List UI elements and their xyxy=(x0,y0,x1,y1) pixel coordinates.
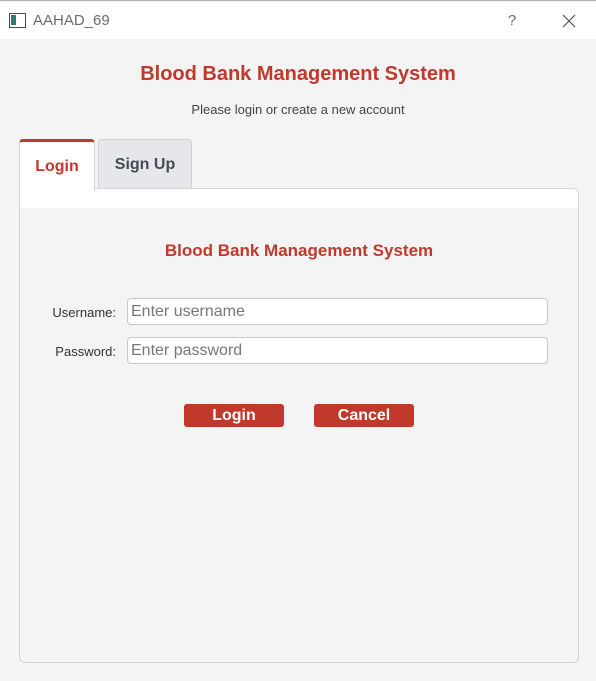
app-window: AAHAD_69 ? Blood Bank Management System … xyxy=(0,0,596,681)
window-title: AAHAD_69 xyxy=(33,12,110,29)
cancel-button[interactable]: Cancel xyxy=(314,404,414,427)
login-button[interactable]: Login xyxy=(184,404,284,427)
close-button[interactable] xyxy=(554,8,584,34)
password-input[interactable] xyxy=(127,337,548,364)
form-title: Blood Bank Management System xyxy=(164,241,434,260)
page-subtitle: Please login or create a new account xyxy=(191,102,405,117)
help-button[interactable]: ? xyxy=(500,8,524,34)
password-label: Password: xyxy=(55,344,116,359)
tab-login[interactable]: Login xyxy=(19,139,95,191)
username-label: Username: xyxy=(52,305,116,320)
page-title: Blood Bank Management System xyxy=(140,63,456,85)
panel-header-strip xyxy=(20,189,578,208)
username-input[interactable] xyxy=(127,298,548,325)
tab-sign-up[interactable]: Sign Up xyxy=(98,139,192,189)
app-window-icon xyxy=(9,13,26,28)
close-icon xyxy=(562,14,576,28)
login-tab-panel: Blood Bank Management System Username: P… xyxy=(19,188,579,663)
title-bar: AAHAD_69 ? xyxy=(0,2,596,39)
